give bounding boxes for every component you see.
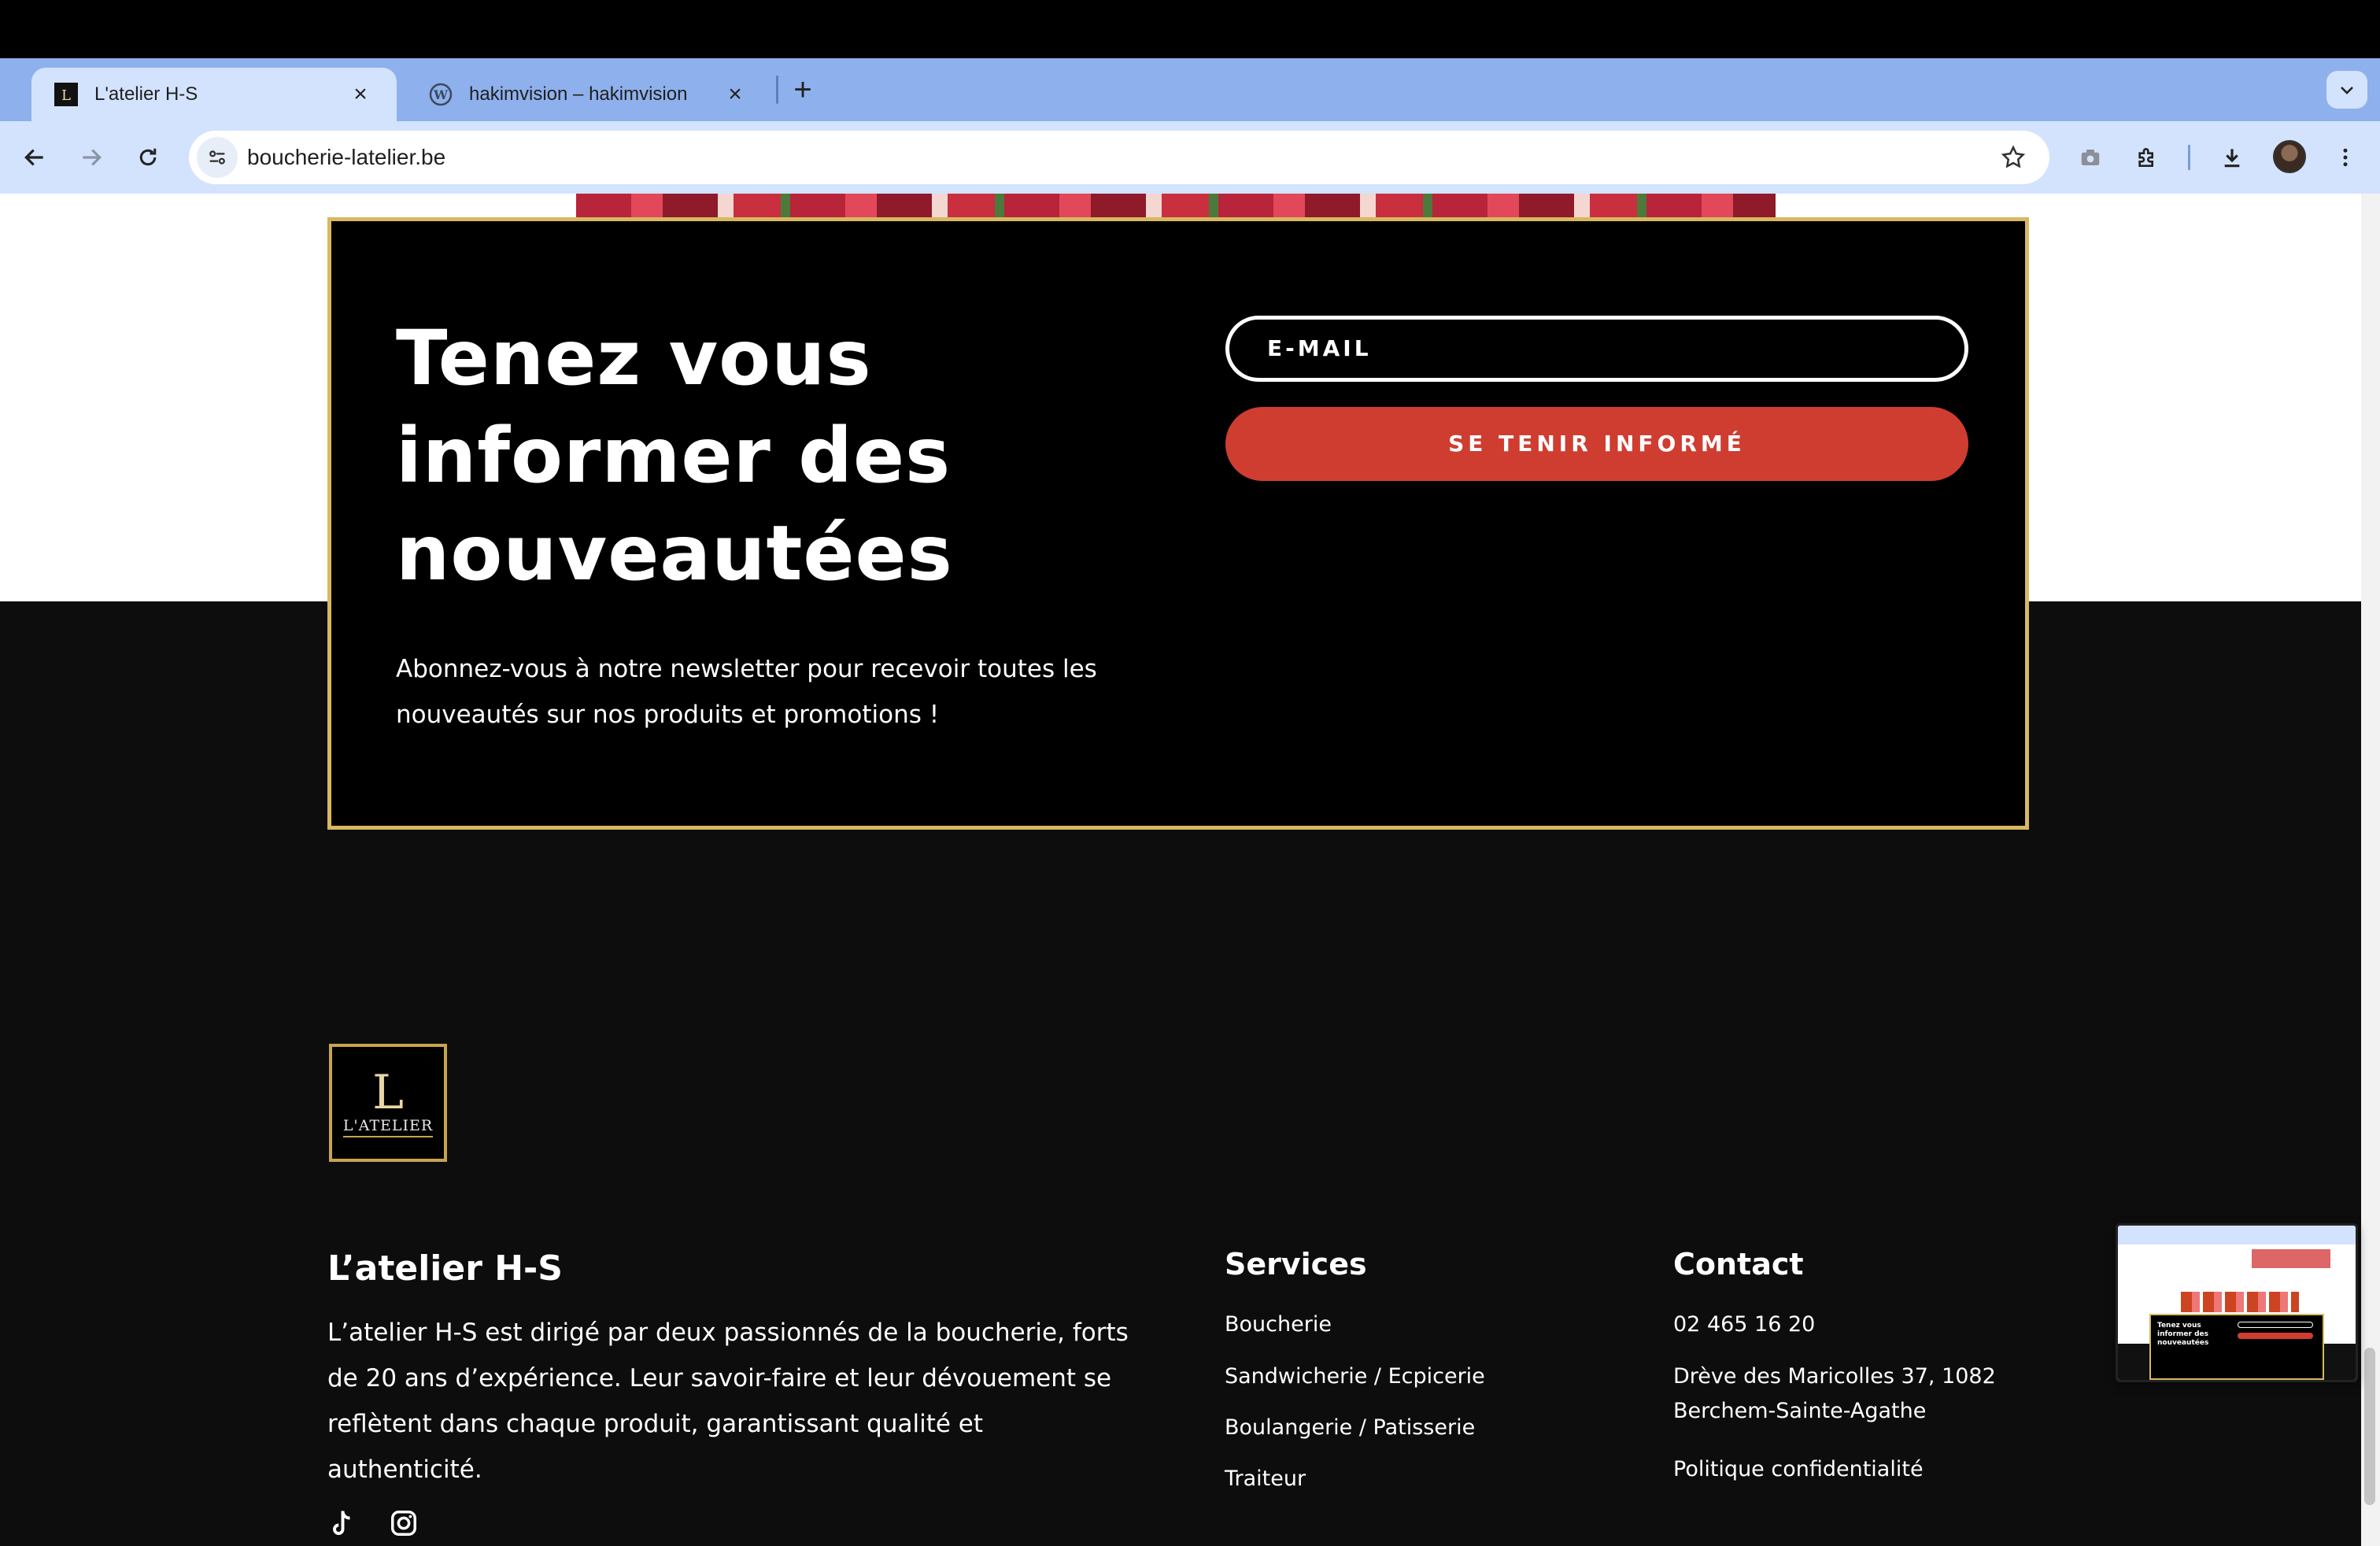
privacy-policy-link[interactable]: Politique confidentialité [1673, 1452, 1924, 1488]
newsletter-subtitle: Abonnez-vous à notre newsletter pour rec… [396, 655, 1097, 729]
extensions-puzzle-icon[interactable] [2128, 139, 2166, 176]
wordpress-favicon-icon: W [428, 82, 453, 107]
footer-logo[interactable]: L L'ATELIER [329, 1044, 447, 1162]
os-menu-bar [0, 0, 2380, 58]
tab-hakimvision[interactable]: W hakimvision – hakimvision × [406, 68, 771, 121]
downloads-icon[interactable] [2213, 139, 2251, 176]
meat-banner-image [576, 194, 1776, 217]
browser-toolbar: boucherie-latelier.be [0, 121, 2380, 194]
contact-title: Contact [1673, 1247, 1804, 1282]
close-tab-icon[interactable]: × [346, 80, 375, 109]
tab-search-chevron-icon[interactable] [2326, 71, 2367, 109]
contact-phone[interactable]: 02 465 16 20 [1673, 1307, 1815, 1343]
profile-avatar[interactable] [2273, 140, 2306, 173]
preview-button [2238, 1333, 2313, 1339]
footer-title: L’atelier H-S [327, 1248, 563, 1289]
footer-description: L’atelier H-S est dirigé par deux passio… [327, 1319, 1129, 1484]
tab-latelier[interactable]: L L'atelier H-S × [31, 68, 397, 121]
service-link-traiteur[interactable]: Traiteur [1225, 1461, 1306, 1497]
screenshot-camera-icon[interactable] [2071, 139, 2109, 176]
close-tab-icon[interactable]: × [721, 80, 749, 109]
email-input[interactable]: E-MAIL [1225, 316, 1968, 382]
bookmark-star-icon[interactable] [1994, 139, 2032, 176]
preview-text: Tenez vous informer des nouveautées [2157, 1322, 2209, 1347]
latelier-favicon-icon: L [54, 82, 79, 107]
tiktok-icon[interactable] [327, 1508, 359, 1540]
svg-text:L: L [61, 87, 71, 104]
toolbar-separator [2188, 145, 2190, 170]
reload-icon[interactable] [129, 139, 167, 176]
service-link-sandwicherie[interactable]: Sandwicherie / Ecpicerie [1225, 1359, 1485, 1395]
service-link-boucherie[interactable]: Boucherie [1225, 1307, 1332, 1343]
subscribe-button[interactable]: SE TENIR INFORMÉ [1225, 407, 1968, 481]
tab-title: hakimvision – hakimvision [469, 83, 688, 105]
more-menu-icon[interactable] [2326, 139, 2364, 176]
tab-title: L'atelier H-S [94, 83, 198, 105]
address-bar[interactable]: boucherie-latelier.be [189, 131, 2049, 184]
page-scrollbar[interactable] [2361, 194, 2380, 1546]
preview-field [2238, 1322, 2313, 1328]
preview-toolbar [2118, 1226, 2356, 1245]
preview-image [2252, 1249, 2330, 1268]
service-link-boulangerie[interactable]: Boulangerie / Patisserie [1225, 1410, 1475, 1446]
scrollbar-thumb[interactable] [2364, 1348, 2375, 1505]
preview-newsletter-box: Tenez vous informer des nouveautées [2149, 1314, 2324, 1380]
contact-address-line1: Drève des Maricolles 37, 1082 [1673, 1364, 1996, 1389]
newsletter-title: Tenez vous informer des nouveautées [396, 314, 953, 597]
web-page: Tenez vous informer des nouveautées Abon… [0, 194, 2361, 1546]
instagram-icon[interactable] [389, 1508, 420, 1540]
svg-text:W: W [433, 87, 449, 102]
new-tab-icon[interactable]: + [787, 71, 819, 109]
screenshot-preview-thumbnail[interactable]: Tenez vous informer des nouveautées [2116, 1223, 2358, 1382]
contact-address-line2: Berchem-Sainte-Agathe [1673, 1399, 1927, 1423]
newsletter-box: Tenez vous informer des nouveautées Abon… [327, 217, 2029, 830]
services-title: Services [1225, 1247, 1367, 1282]
back-arrow-icon[interactable] [16, 139, 54, 176]
tab-bar: L L'atelier H-S × W hakimvision – hakimv… [0, 58, 2380, 121]
logo-monogram: L [372, 1065, 404, 1120]
forward-arrow-icon[interactable] [72, 139, 110, 176]
url-text[interactable]: boucherie-latelier.be [247, 131, 445, 184]
site-settings-icon[interactable] [197, 137, 238, 178]
preview-image [2181, 1292, 2299, 1312]
logo-name: L'ATELIER [342, 1117, 434, 1137]
tab-separator [776, 76, 778, 104]
